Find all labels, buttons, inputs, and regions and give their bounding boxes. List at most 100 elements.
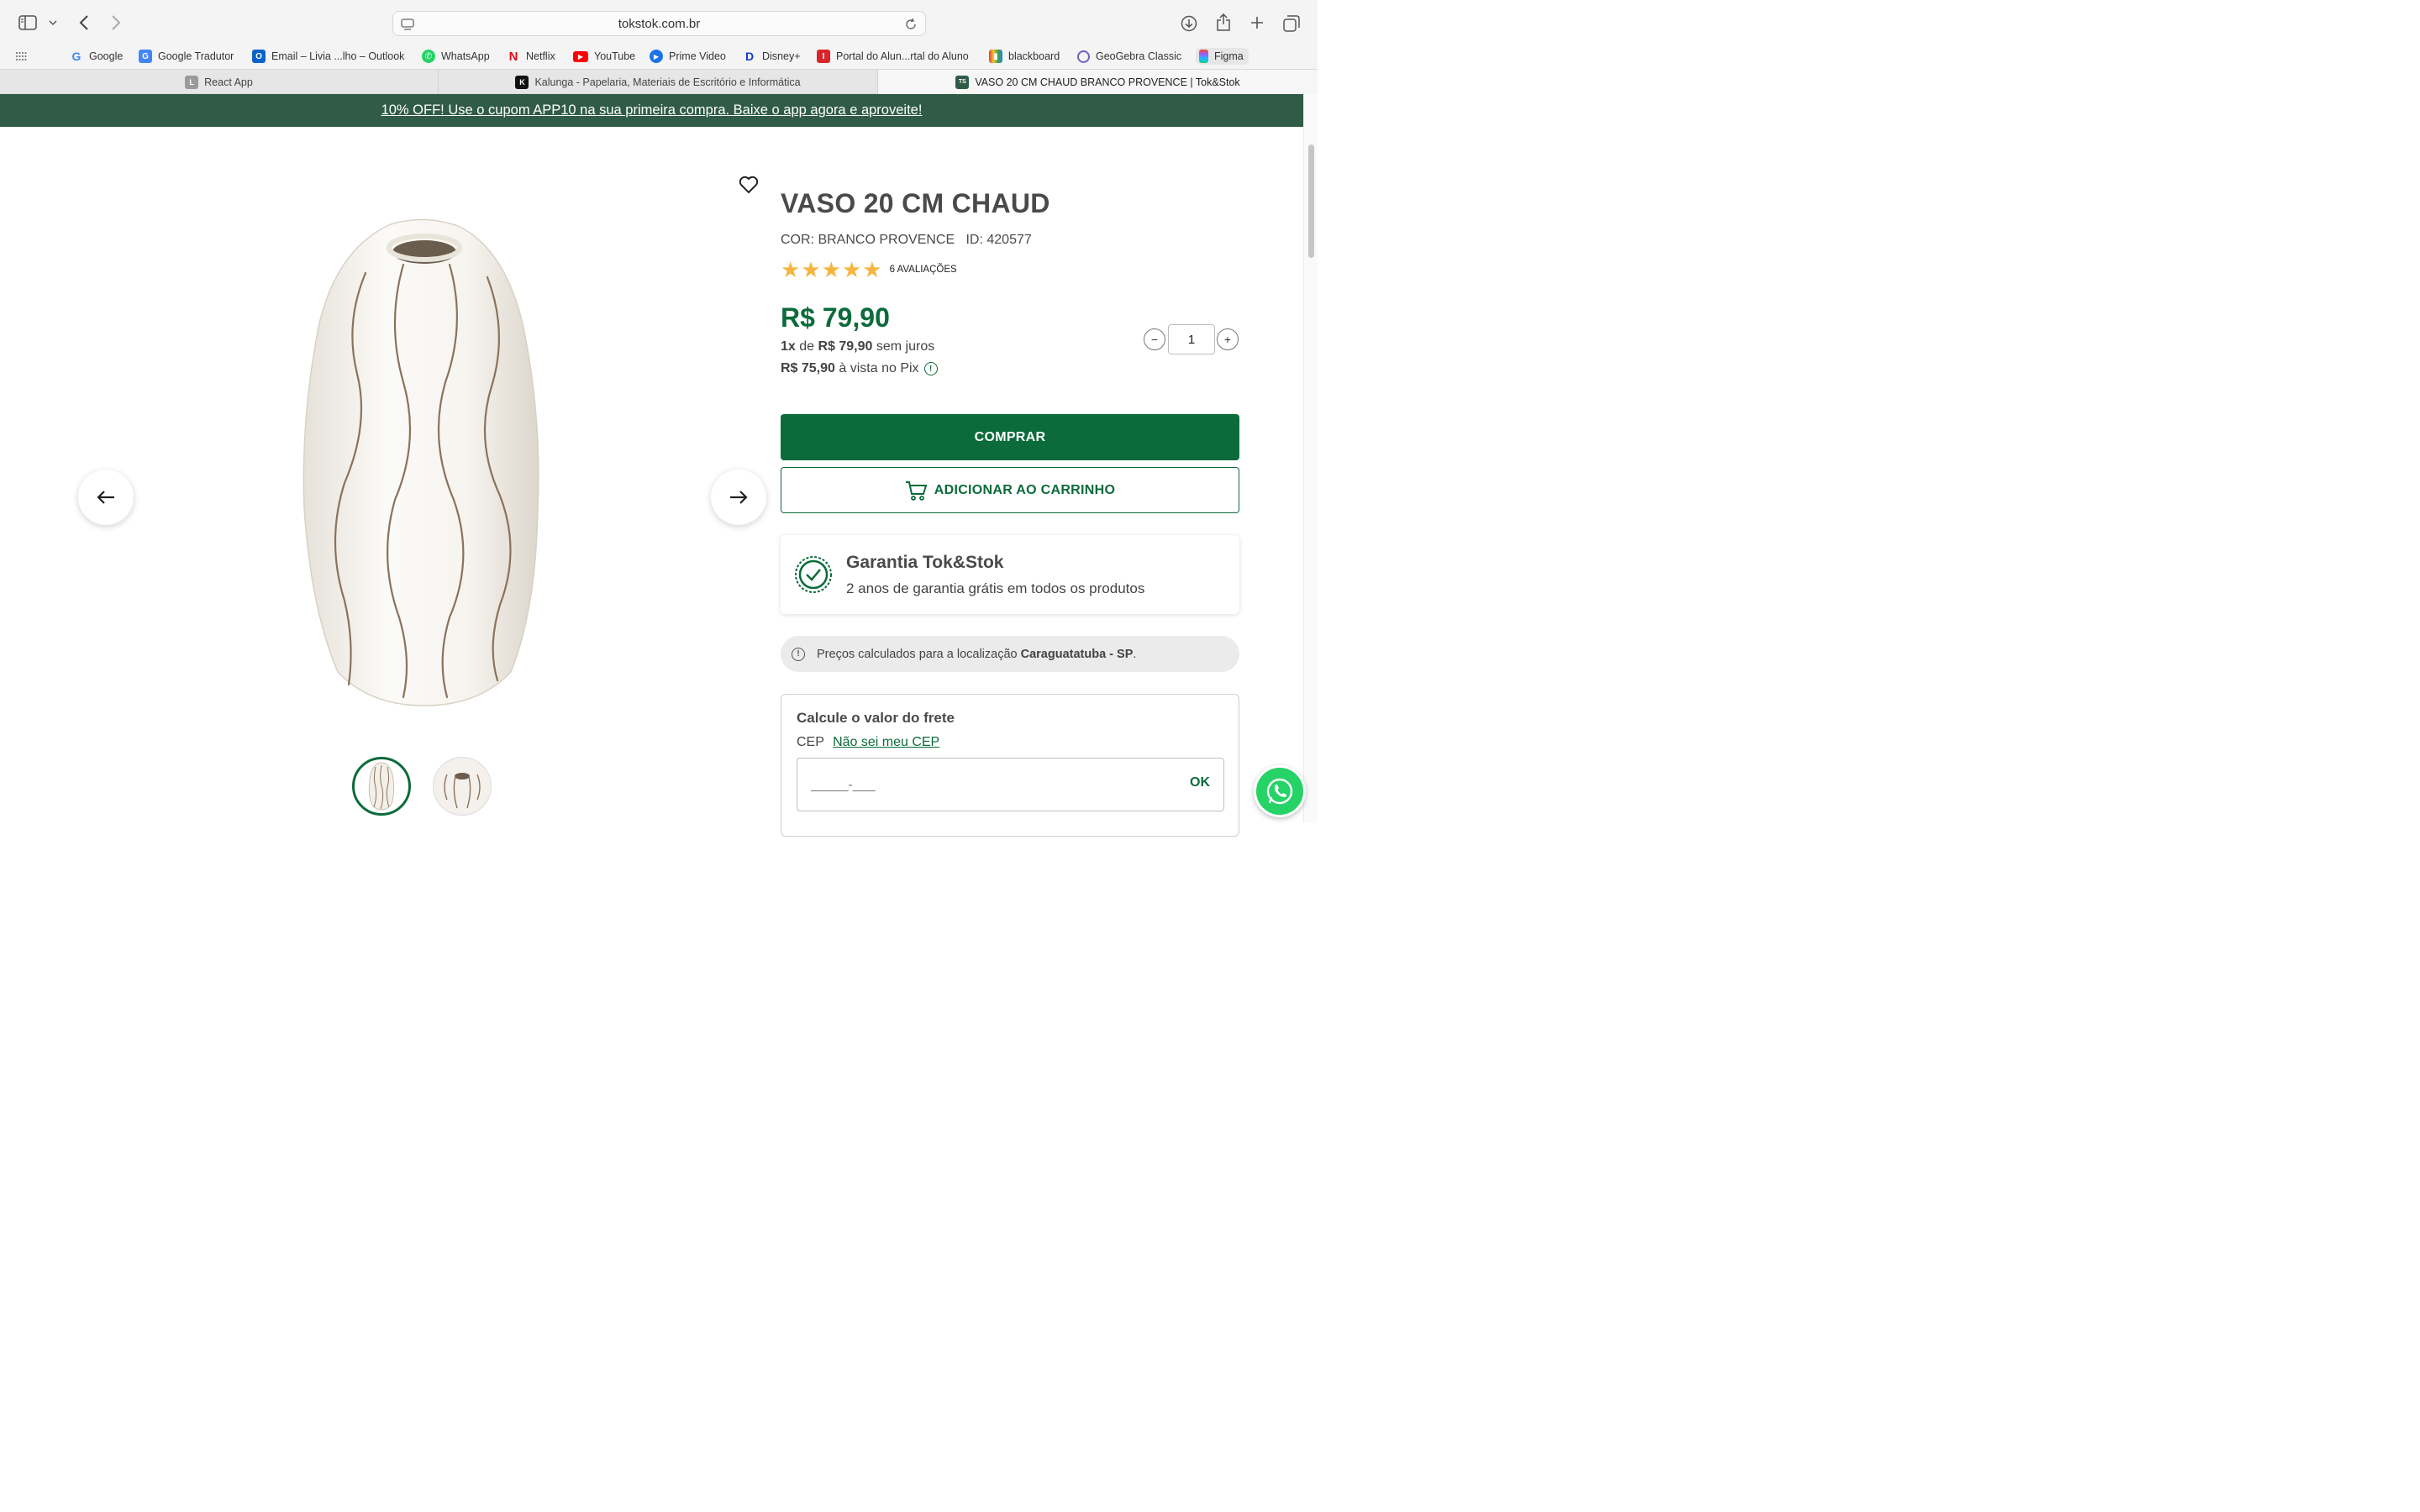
location-suffix: . [1133,647,1137,661]
pix-suffix: à vista no Pix [834,361,919,375]
tab-overview-icon[interactable] [1282,14,1301,33]
tab-react-app[interactable]: L React App [0,70,439,94]
share-icon[interactable] [1215,13,1232,33]
quantity-input[interactable] [1168,324,1215,354]
sidebar-toggle-icon[interactable] [17,13,39,32]
bookmark-blackboard[interactable]: ▮ blackboard [989,48,1060,65]
quantity-decrease-button[interactable]: − [1144,328,1165,350]
bookmark-google-translate[interactable]: G Google Tradutor [139,48,234,65]
product-price: R$ 79,90 [781,302,890,333]
browser-toolbar: tokstok.com.br [0,0,1318,44]
whatsapp-chat-button[interactable] [1254,765,1306,817]
info-icon: ! [792,647,805,661]
bookmark-whatsapp[interactable]: ✆ WhatsApp [422,48,490,65]
location-notice: ! Preços calculados para a localização C… [781,636,1239,672]
bookmark-label: Portal do Alun...rtal do Aluno [836,50,969,62]
warranty-badge-icon [795,556,832,593]
reviews-count[interactable]: 6 AVALIAÇÕES [890,265,957,275]
url-text[interactable]: tokstok.com.br [393,17,925,31]
info-icon[interactable]: ! [923,362,938,375]
add-to-cart-label: ADICIONAR AO CARRINHO [934,482,1116,497]
bookmark-label: Disney+ [762,50,801,62]
promo-link[interactable]: 10% OFF! Use o cupom APP10 na sua primei… [381,102,923,118]
thumbnail-1[interactable] [352,757,411,816]
chevron-down-icon[interactable] [47,15,59,30]
address-bar[interactable]: tokstok.com.br [392,11,926,36]
cep-input[interactable] [811,774,1147,797]
google-icon: G [71,50,82,63]
bookmark-netflix[interactable]: N Netflix [507,48,555,65]
new-tab-icon[interactable] [1249,14,1265,31]
downloads-icon[interactable] [1180,14,1198,33]
back-icon[interactable] [76,13,92,32]
tab-label: Kalunga - Papelaria, Materiais de Escrit… [534,76,801,88]
bookmark-disney[interactable]: D Disney+ [743,48,801,65]
unknown-cep-link[interactable]: Não sei meu CEP [833,735,939,749]
star-icon: ★ [821,257,841,282]
page-scrollbar[interactable] [1303,94,1318,823]
tokstok-favicon-icon: TS [955,75,970,89]
product-rating[interactable]: ★ ★ ★ ★ ★ 6 AVALIAÇÕES [781,259,957,281]
add-to-cart-button[interactable]: ADICIONAR AO CARRINHO [781,467,1239,513]
bookmark-google[interactable]: G Google [70,48,124,65]
gallery-next-button[interactable] [711,470,766,525]
bookmark-label: Netflix [526,50,555,62]
reload-icon[interactable] [903,17,918,32]
cep-input-box: OK [797,758,1224,811]
apps-grid-icon[interactable] [14,49,28,64]
bookmark-outlook[interactable]: O Email – Livia ...lho – Outlook [252,48,404,65]
thumbnail-vase-image [368,762,395,811]
product-id: ID: 420577 [965,233,1032,247]
bookmark-label: Email – Livia ...lho – Outlook [271,50,405,62]
blackboard-icon: ▮ [989,50,1002,63]
kalunga-favicon-icon: K [515,75,529,89]
prime-video-icon: ▶ [650,50,663,63]
bookmark-portal[interactable]: I Portal do Alun...rtal do Aluno [817,48,969,65]
pix-value: R$ 75,90 [781,361,835,375]
google-translate-icon: G [139,50,152,63]
gallery-prev-button[interactable] [78,470,134,525]
star-icon: ★ [801,257,821,282]
bookmark-geogebra[interactable]: GeoGebra Classic [1077,48,1181,65]
bookmark-label: Figma [1214,50,1244,62]
installment-info: 1x de R$ 79,90 sem juros [781,339,934,354]
tab-kalunga[interactable]: K Kalunga - Papelaria, Materiais de Escr… [439,70,878,94]
wishlist-heart-icon[interactable] [738,174,760,196]
location-city[interactable]: Caraguatatuba - SP [1021,648,1134,661]
thumbnail-2[interactable] [433,757,492,816]
star-icon: ★ [862,257,882,282]
warranty-description: 2 anos de garantia grátis em todos os pr… [846,580,1145,596]
bookmark-label: blackboard [1008,50,1060,62]
shipping-title: Calcule o valor do frete [797,710,955,726]
bookmark-label: GeoGebra Classic [1096,50,1182,62]
bookmarks-bar: G Google G Google Tradutor O Email – Liv… [0,44,1318,69]
bookmark-label: Google [89,50,124,62]
cep-label: CEP [797,735,824,749]
bookmark-youtube[interactable]: ▶ YouTube [573,48,635,65]
scrollbar-thumb[interactable] [1308,144,1314,258]
cep-ok-button[interactable]: OK [1190,775,1210,790]
quantity-stepper: − + [1144,324,1239,354]
bookmark-label: WhatsApp [441,50,490,62]
tab-label: VASO 20 CM CHAUD BRANCO PROVENCE | Tok&S… [975,76,1240,88]
whatsapp-icon: ✆ [422,50,435,63]
bookmark-prime-video[interactable]: ▶ Prime Video [650,48,726,65]
warranty-card: Garantia Tok&Stok 2 anos de garantia grá… [781,535,1239,614]
bookmark-figma[interactable]: Figma [1196,48,1249,65]
cart-icon [905,480,927,501]
quantity-increase-button[interactable]: + [1217,328,1239,350]
arrow-right-icon [730,491,748,504]
product-color: COR: BRANCO PROVENCE [781,233,955,247]
youtube-icon: ▶ [573,50,588,62]
bookmark-label: Google Tradutor [158,50,234,62]
tab-tokstok[interactable]: TS VASO 20 CM CHAUD BRANCO PROVENCE | To… [878,70,1318,94]
geogebra-icon [1077,50,1090,63]
bookmark-label: YouTube [594,50,636,62]
cep-row: CEP Não sei meu CEP [797,735,939,750]
buy-button[interactable]: COMPRAR [781,414,1239,460]
star-icon: ★ [841,257,862,282]
bookmark-label: Prime Video [669,50,726,62]
forward-icon[interactable] [108,13,124,32]
warranty-title: Garantia Tok&Stok [846,553,1004,572]
whatsapp-icon [1266,778,1293,805]
